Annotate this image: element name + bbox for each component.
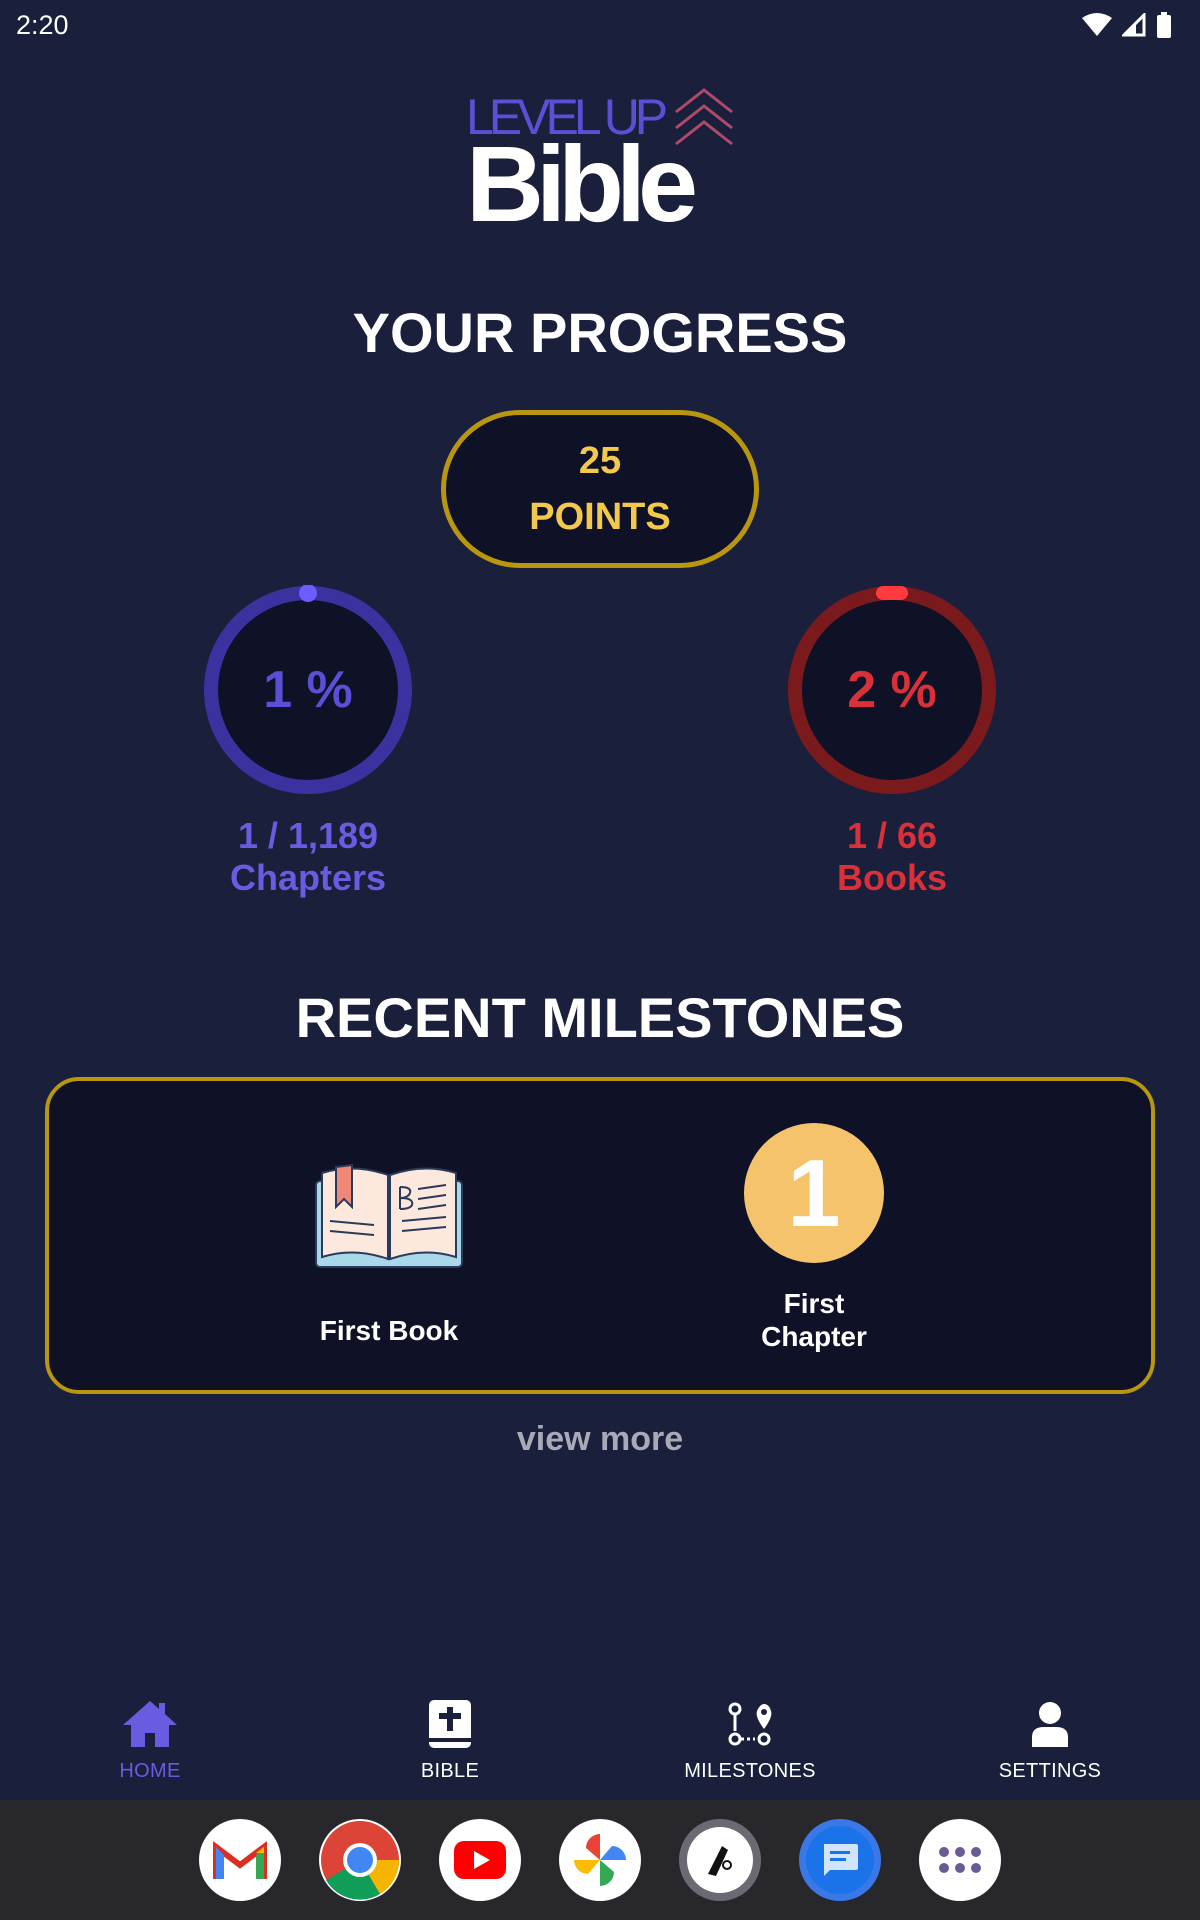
level-up-chevrons-icon [675,88,733,146]
milestones-title: RECENT MILESTONES [295,986,905,1049]
nav-bible[interactable]: BIBLE [300,1680,600,1800]
books-count: 1 / 66 [846,815,938,856]
status-bar: 2:20 [0,0,1200,50]
milestone-first-chapter[interactable]: 1 First Chapter [719,1123,909,1353]
recent-milestones-card: First Book 1 First Chapter [45,1077,1155,1394]
route-icon [720,1696,780,1752]
bible-icon [420,1696,480,1752]
progress-title: YOUR PROGRESS [352,301,848,364]
nav-label: MILESTONES [684,1760,816,1782]
books-caption: 1 / 66 Books [742,815,1042,899]
status-time: 2:20 [16,9,69,40]
person-icon [1020,1696,1080,1752]
battery-icon [1157,12,1171,38]
chapters-caption: 1 / 1,189 Chapters [158,815,458,899]
system-dock [0,1800,1200,1920]
chapters-label: Chapters [229,857,387,898]
chapters-progress-ring: 1 % [203,585,413,795]
badge-number: 1 [787,1139,841,1247]
bottom-navigation: HOME BIBLE MILESTONES SETTINGS [0,1680,1200,1800]
messages-icon[interactable] [799,1819,881,1901]
nav-milestones[interactable]: MILESTONES [600,1680,900,1800]
books-label: Books [836,857,948,898]
points-value: 25 [578,440,622,482]
wifi-icon [1082,13,1112,36]
logo-main-text: Bible [466,123,698,244]
nav-settings[interactable]: SETTINGS [900,1680,1200,1800]
points-badge: 25 POINTS [441,410,759,568]
status-icons [1082,12,1172,38]
app-icon[interactable] [679,1819,761,1901]
books-progress-ring: 2 % [787,585,997,795]
chapters-percent: 1 % [263,661,353,719]
number-one-badge-icon: 1 [744,1123,884,1263]
gmail-icon[interactable] [199,1819,281,1901]
nav-home[interactable]: HOME [0,1680,300,1800]
milestone-label: First Chapter [761,1288,867,1352]
nav-label: BIBLE [420,1760,480,1782]
nav-label: HOME [119,1760,181,1782]
signal-icon [1122,13,1146,37]
points-label: POINTS [529,496,671,538]
photos-icon[interactable] [559,1819,641,1901]
app-drawer-icon[interactable] [919,1819,1001,1901]
chapters-count: 1 / 1,189 [237,815,379,856]
milestone-first-book[interactable]: First Book [304,1161,474,1347]
chrome-icon[interactable] [319,1819,401,1901]
books-percent: 2 % [847,661,937,719]
open-book-icon [315,1163,463,1268]
app-logo: LEVEL UP Bible [466,86,736,244]
nav-label: SETTINGS [998,1760,1102,1782]
youtube-icon[interactable] [439,1819,521,1901]
home-icon [120,1696,180,1752]
view-more-link[interactable]: view more [0,1420,1200,1459]
milestone-label: First Book [319,1315,459,1346]
